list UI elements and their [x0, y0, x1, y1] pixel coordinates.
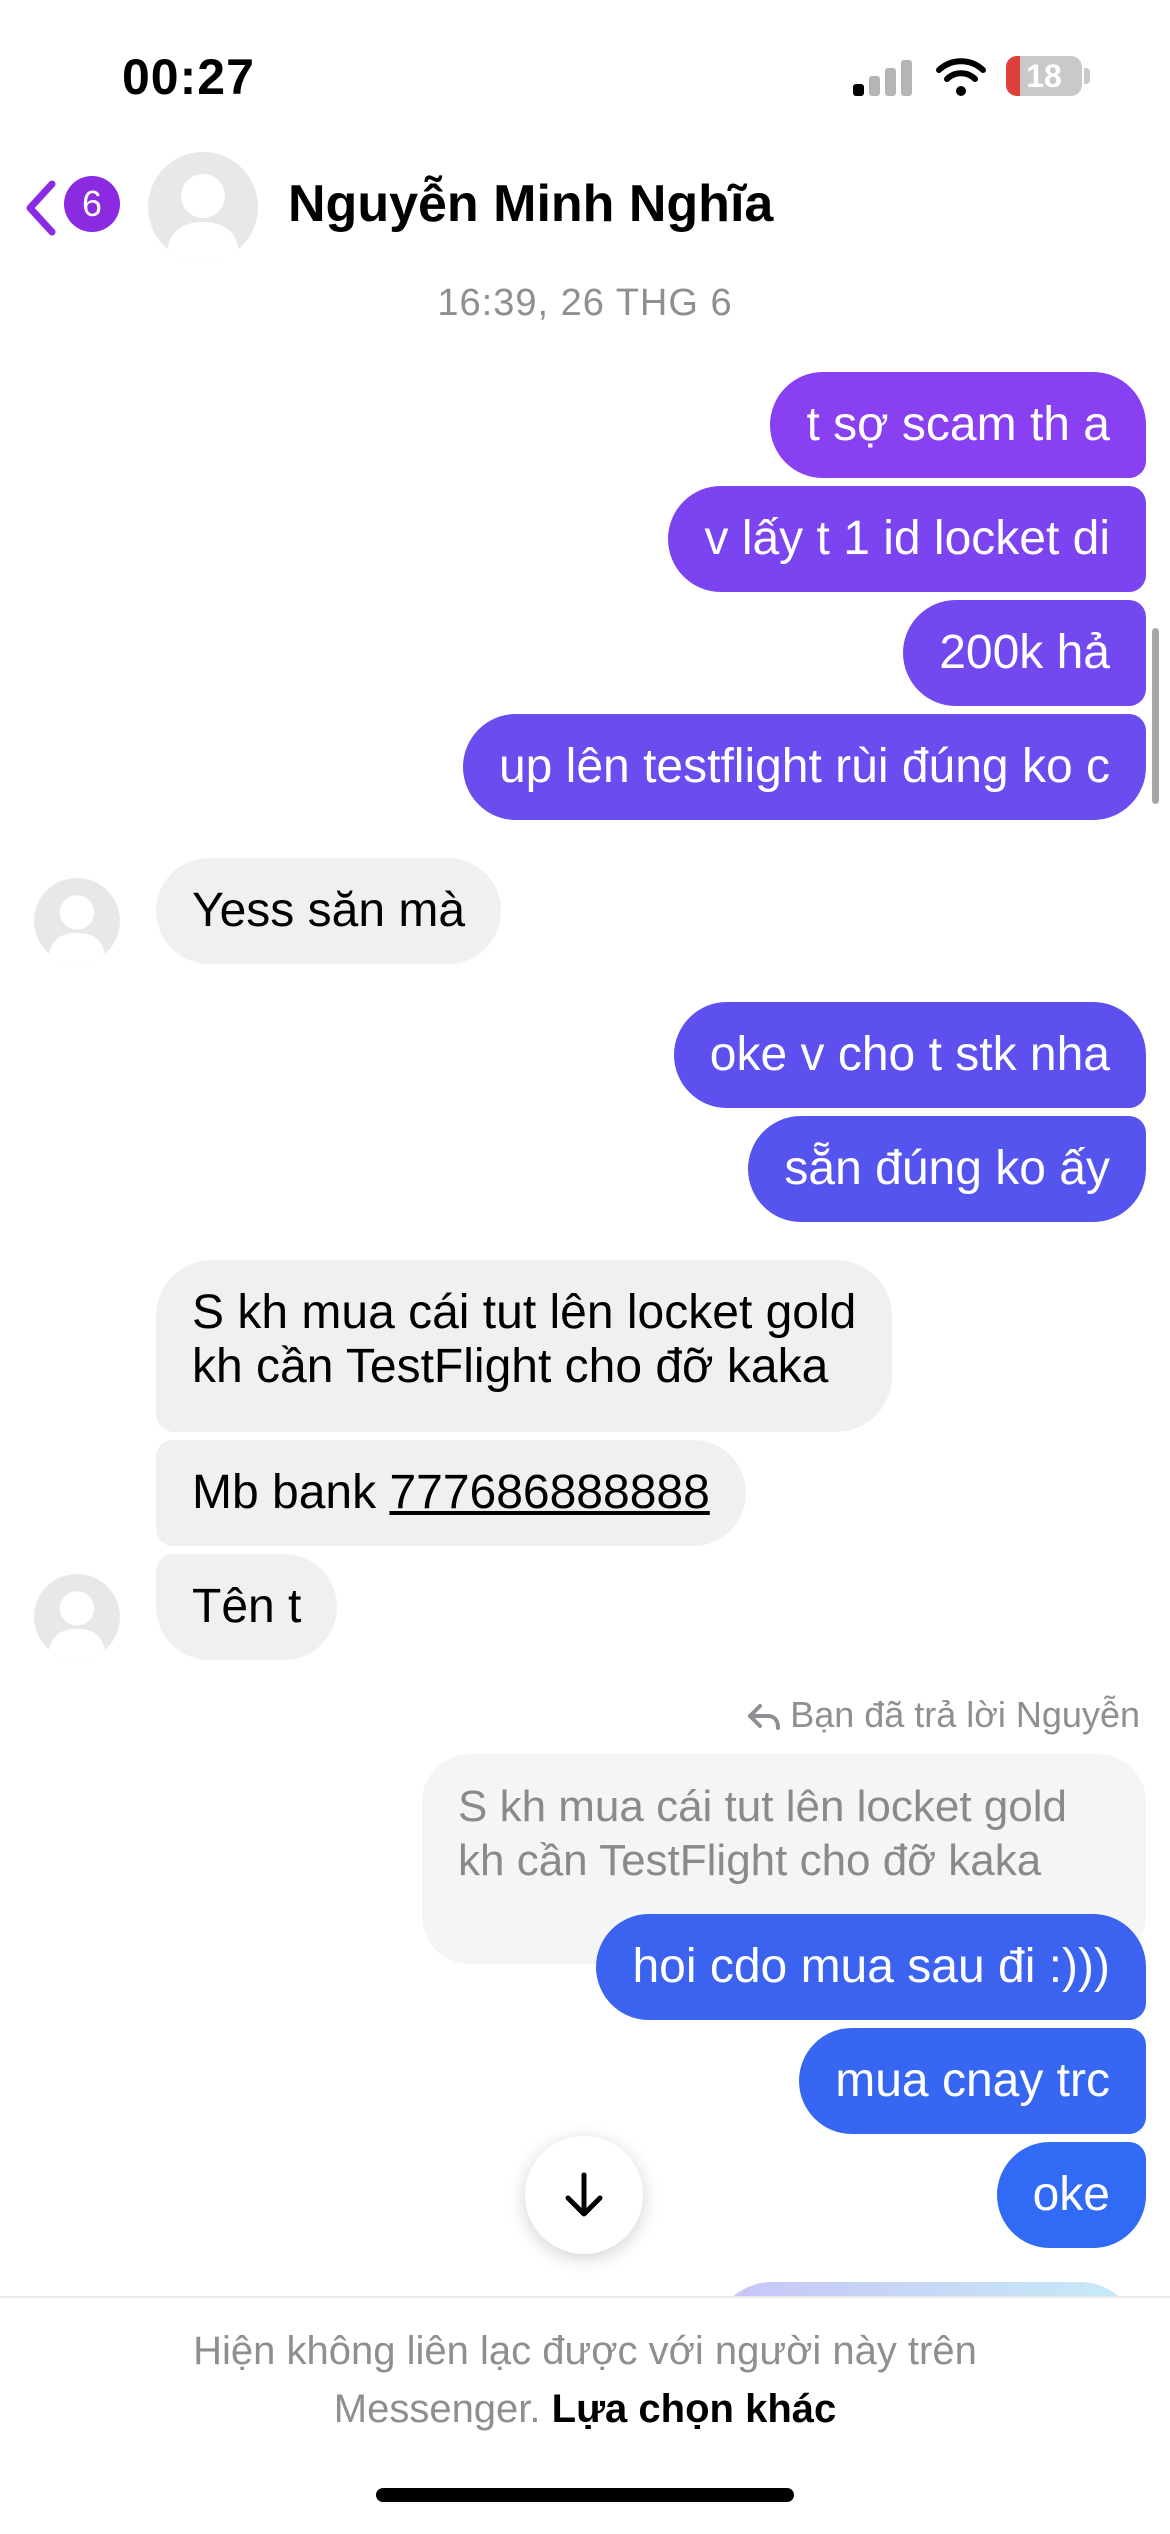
- message-text: S kh mua cái tut lên locket gold: [192, 1286, 857, 1339]
- message-text: mua cnay trc: [835, 2054, 1110, 2107]
- reply-label-text: Bạn đã trả lời Nguyễn: [790, 1694, 1140, 1735]
- contact-avatar[interactable]: [148, 152, 258, 262]
- footer-line-2: Messenger.: [333, 2387, 541, 2431]
- wifi-icon: [935, 54, 987, 98]
- message-bubble-incoming[interactable]: Tên t: [156, 1554, 338, 1660]
- footer-line-1: Hiện không liên lạc được với người này t…: [193, 2329, 977, 2373]
- message-bubble-outgoing[interactable]: mua cnay trc: [799, 2028, 1146, 2134]
- message-bubble-outgoing[interactable]: v lấy t 1 id locket di: [668, 486, 1146, 592]
- message-bubble-outgoing[interactable]: up lên testflight rùi đúng ko c: [462, 714, 1146, 820]
- battery-tip: [1084, 68, 1090, 84]
- quoted-line-2: kh cần TestFlight cho đỡ kaka: [458, 1836, 1042, 1885]
- back-button[interactable]: 6: [22, 172, 122, 242]
- message-bubble-outgoing[interactable]: oke v cho t stk nha: [673, 1002, 1146, 1108]
- chevron-left-icon: [26, 180, 56, 236]
- reply-arrow-icon: [748, 1704, 781, 1731]
- message-text: Mb bank: [192, 1466, 390, 1519]
- default-avatar-icon: [48, 895, 106, 964]
- other-options-link[interactable]: Lựa chọn khác: [552, 2387, 837, 2431]
- cellular-signal-icon: [853, 58, 913, 96]
- default-avatar-icon: [166, 174, 240, 262]
- chat-timestamp: 16:39, 26 THG 6: [437, 282, 733, 324]
- message-text: Tên t: [192, 1580, 302, 1633]
- message-bubble-outgoing[interactable]: hoi cdo mua sau đi :))): [596, 1914, 1146, 2020]
- home-indicator[interactable]: [376, 2488, 794, 2502]
- quoted-line-1: S kh mua cái tut lên locket gold: [458, 1782, 1067, 1831]
- message-bubble-incoming[interactable]: Mb bank 777686888888: [156, 1440, 746, 1546]
- message-bubble-outgoing[interactable]: 200k hả: [903, 600, 1146, 706]
- battery-level: 18: [1026, 58, 1062, 94]
- message-text: 200k hả: [939, 626, 1110, 679]
- message-text: t sợ scam th a: [806, 398, 1110, 451]
- footer-message: Hiện không liên lạc được với người này t…: [0, 2322, 1170, 2438]
- message-bubble-outgoing[interactable]: sẵn đúng ko ấy: [748, 1116, 1146, 1222]
- message-bubble-outgoing[interactable]: t sợ scam th a: [770, 372, 1146, 478]
- contact-avatar-small[interactable]: [34, 878, 120, 964]
- arrow-down-icon: [565, 2172, 603, 2217]
- message-text: Yess săn mà: [192, 884, 466, 937]
- default-avatar-icon: [48, 1591, 106, 1660]
- status-time: 00:27: [122, 49, 255, 105]
- contact-name[interactable]: Nguyễn Minh Nghĩa: [288, 174, 773, 234]
- message-text: v lấy t 1 id locket di: [704, 512, 1110, 565]
- unread-badge: 6: [64, 176, 120, 232]
- message-text: sẵn đúng ko ấy: [784, 1142, 1110, 1195]
- message-bubble-incoming[interactable]: Yess săn mà: [156, 858, 502, 964]
- message-text-line2: kh cần TestFlight cho đỡ kaka: [192, 1340, 829, 1393]
- message-bubble-outgoing[interactable]: oke: [996, 2142, 1146, 2248]
- reply-label: Bạn đã trả lời Nguyễn: [746, 1694, 1140, 1736]
- message-text: up lên testflight rùi đúng ko c: [498, 740, 1110, 793]
- message-text: hoi cdo mua sau đi :))): [632, 1940, 1110, 1993]
- contact-avatar-small[interactable]: [34, 1574, 120, 1660]
- scroll-to-bottom-button[interactable]: [525, 2136, 643, 2254]
- account-number-link[interactable]: 777686888888: [389, 1466, 709, 1519]
- message-bubble-incoming[interactable]: S kh mua cái tut lên locket gold kh cần …: [156, 1260, 893, 1432]
- message-text: oke: [1032, 2168, 1110, 2221]
- battery-icon: 18: [1006, 56, 1082, 96]
- scrollbar[interactable]: [1152, 628, 1159, 804]
- message-text: oke v cho t stk nha: [709, 1028, 1110, 1081]
